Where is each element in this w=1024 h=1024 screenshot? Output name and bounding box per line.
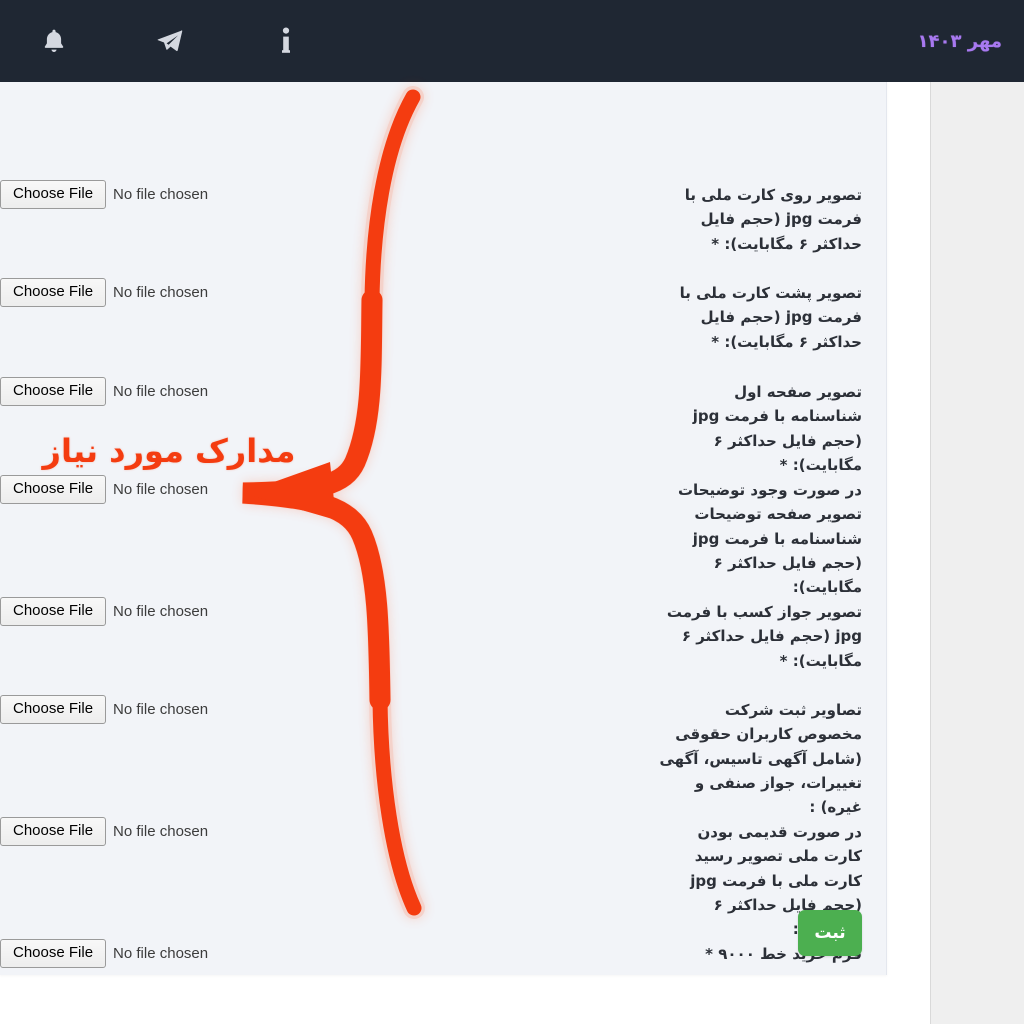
file-upload-company-registration[interactable]: No file chosen Choose File bbox=[0, 695, 208, 724]
form-row-label: در صورت وجود توضیحات تصویر صفحه توضیحات … bbox=[677, 481, 862, 597]
file-upload-national-card-back[interactable]: No file chosen Choose File bbox=[0, 278, 208, 307]
file-upload-business-license[interactable]: No file chosen Choose File bbox=[0, 597, 208, 626]
choose-file-button[interactable]: Choose File bbox=[0, 180, 107, 209]
choose-file-button[interactable]: Choose File bbox=[0, 377, 107, 406]
no-file-chosen-text: No file chosen bbox=[113, 945, 209, 962]
submit-button[interactable]: ثبت bbox=[798, 910, 862, 956]
info-icon[interactable] bbox=[270, 24, 302, 58]
table-row: تصویر صفحه اول شناسنامه با فرمت jpg (حجم… bbox=[0, 377, 886, 477]
navbar-icon-group bbox=[38, 24, 302, 58]
choose-file-button[interactable]: Choose File bbox=[0, 597, 107, 626]
file-upload-national-card-front[interactable]: No file chosen Choose File bbox=[0, 180, 208, 209]
no-file-chosen-text: No file chosen bbox=[113, 284, 209, 301]
form-rows-container: تصویر روی کارت ملی با فرمت jpg (حجم فایل… bbox=[0, 82, 886, 968]
form-row-field: No file chosen Choose File bbox=[0, 180, 650, 209]
table-row: تصاویر ثبت شرکت مخصوص کاربران حقوقی (شام… bbox=[0, 695, 886, 819]
no-file-chosen-text: No file chosen bbox=[113, 603, 209, 620]
form-row-field: No file chosen Choose File bbox=[0, 278, 650, 307]
form-row-field: No file chosen Choose File bbox=[0, 939, 650, 968]
table-row: تصویر جواز کسب با فرمت jpg (حجم فایل حدا… bbox=[0, 597, 886, 673]
form-row-label: تصویر صفحه اول شناسنامه با فرمت jpg (حجم… bbox=[692, 383, 862, 474]
file-upload-birth-certificate-first-page[interactable]: No file chosen Choose File bbox=[0, 377, 208, 406]
file-upload-birth-certificate-description-page[interactable]: No file chosen Choose File bbox=[0, 475, 208, 504]
table-row: در صورت قدیمی بودن کارت ملی تصویر رسید ک… bbox=[0, 817, 886, 941]
form-row-field: No file chosen Choose File bbox=[0, 475, 650, 504]
form-row-field: No file chosen Choose File bbox=[0, 377, 650, 406]
no-file-chosen-text: No file chosen bbox=[113, 383, 209, 400]
form-row-label: تصویر پشت کارت ملی با فرمت jpg (حجم فایل… bbox=[679, 284, 862, 351]
form-row-label: تصاویر ثبت شرکت مخصوص کاربران حقوقی (شام… bbox=[659, 701, 862, 817]
file-upload-line-purchase-form[interactable]: No file chosen Choose File bbox=[0, 939, 208, 968]
documents-form-card: تصویر روی کارت ملی با فرمت jpg (حجم فایل… bbox=[0, 82, 887, 975]
form-row-field: No file chosen Choose File bbox=[0, 695, 650, 724]
no-file-chosen-text: No file chosen bbox=[113, 186, 209, 203]
navbar-date: مهر ۱۴۰۳ bbox=[917, 30, 1002, 52]
table-row: در صورت وجود توضیحات تصویر صفحه توضیحات … bbox=[0, 475, 886, 599]
paper-plane-icon[interactable] bbox=[154, 24, 186, 58]
page-root: مهر ۱۴۰۳ تصویر روی کارت ملی با فرمت jpg … bbox=[0, 0, 1024, 1024]
table-row: فرم خرید خط ۹۰۰۰ * No file chosen Choose… bbox=[0, 939, 886, 968]
table-row: تصویر روی کارت ملی با فرمت jpg (حجم فایل… bbox=[0, 180, 886, 256]
submit-button-wrapper: ثبت bbox=[798, 910, 862, 956]
choose-file-button[interactable]: Choose File bbox=[0, 278, 107, 307]
file-upload-national-card-receipt[interactable]: No file chosen Choose File bbox=[0, 817, 208, 846]
choose-file-button[interactable]: Choose File bbox=[0, 939, 107, 968]
form-row-label: تصویر روی کارت ملی با فرمت jpg (حجم فایل… bbox=[684, 186, 862, 253]
bell-icon[interactable] bbox=[38, 24, 70, 58]
choose-file-button[interactable]: Choose File bbox=[0, 817, 107, 846]
table-row: تصویر پشت کارت ملی با فرمت jpg (حجم فایل… bbox=[0, 278, 886, 354]
form-row-field: No file chosen Choose File bbox=[0, 597, 650, 626]
page-right-gutter bbox=[930, 82, 1024, 1024]
no-file-chosen-text: No file chosen bbox=[113, 481, 209, 498]
form-row-label: تصویر جواز کسب با فرمت jpg (حجم فایل حدا… bbox=[666, 603, 862, 670]
choose-file-button[interactable]: Choose File bbox=[0, 475, 107, 504]
no-file-chosen-text: No file chosen bbox=[113, 823, 209, 840]
choose-file-button[interactable]: Choose File bbox=[0, 695, 107, 724]
form-row-field: No file chosen Choose File bbox=[0, 817, 650, 846]
no-file-chosen-text: No file chosen bbox=[113, 701, 209, 718]
top-navbar: مهر ۱۴۰۳ bbox=[0, 0, 1024, 82]
